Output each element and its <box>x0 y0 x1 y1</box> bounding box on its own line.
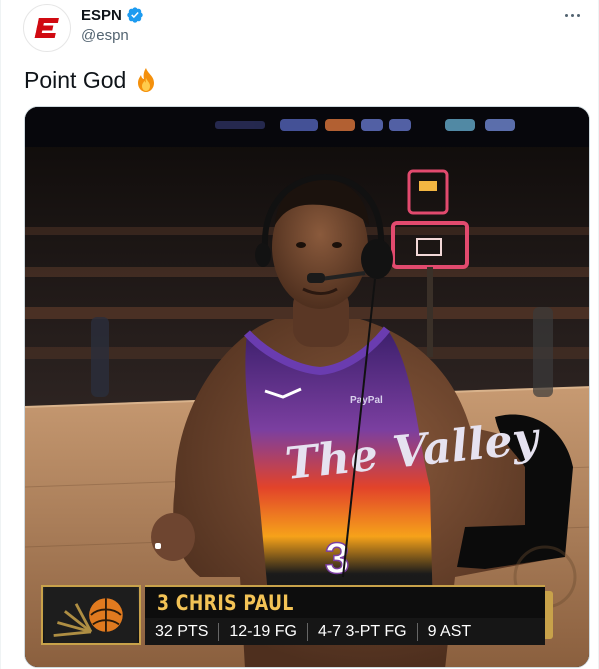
tweet-media-image[interactable]: The Valley PayPal 3 3 CHRIS PAUL 32 PTS … <box>24 106 590 668</box>
more-dot-icon <box>570 13 574 17</box>
author-handle[interactable]: @espn <box>81 27 129 44</box>
player-interview-photo: The Valley PayPal 3 <box>25 107 589 667</box>
player-name: 3 CHRIS PAUL <box>157 591 294 615</box>
stat-three-pointers: 4-7 3-PT FG <box>317 622 407 640</box>
tweet-text: Point God <box>24 66 160 94</box>
tweet-card: ESPN @espn Point God The Valley PayPal 3… <box>0 0 599 669</box>
espn-logo-icon <box>34 18 59 38</box>
player-stats-row: 32 PTS 12-19 FG 4-7 3-PT FG 9 AST <box>145 618 545 645</box>
more-dot-icon <box>564 13 568 17</box>
stats-lower-third: 3 CHRIS PAUL 32 PTS 12-19 FG 4-7 3-PT FG… <box>41 585 553 645</box>
author-display-name[interactable]: ESPN <box>81 7 122 24</box>
stat-points: 32 PTS <box>155 622 209 640</box>
avatar[interactable] <box>23 4 71 52</box>
stats-panel: 3 CHRIS PAUL 32 PTS 12-19 FG 4-7 3-PT FG… <box>145 585 545 645</box>
jersey-sponsor: PayPal <box>350 395 383 406</box>
more-dot-icon <box>576 13 580 17</box>
lower-third-end-cap <box>545 591 553 639</box>
verified-badge-icon <box>127 7 143 23</box>
stat-assists: 9 AST <box>427 622 472 640</box>
fire-emoji-icon <box>132 66 160 94</box>
suns-logo-icon <box>41 585 141 645</box>
more-options-button[interactable] <box>560 6 584 24</box>
stat-field-goals: 12-19 FG <box>229 622 297 640</box>
tweet-text-content: Point God <box>24 66 127 93</box>
author-name-row: ESPN <box>81 6 144 24</box>
